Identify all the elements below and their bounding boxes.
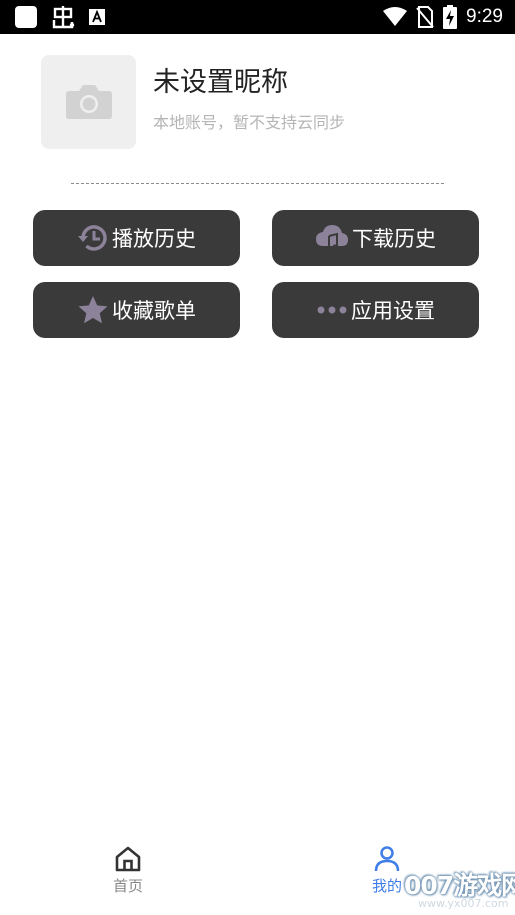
play-history-button[interactable]: 播放历史 (33, 210, 240, 266)
favorite-playlist-button[interactable]: 收藏歌单 (33, 282, 240, 338)
font-a-icon (88, 8, 106, 26)
play-history-label: 播放历史 (112, 227, 196, 251)
wifi-icon (383, 7, 408, 27)
app-settings-label: 应用设置 (351, 299, 435, 323)
more-dots-icon (316, 304, 348, 316)
status-bar: 9:29 (0, 0, 515, 34)
download-history-label: 下载历史 (352, 227, 436, 251)
person-icon (373, 845, 401, 873)
cloud-music-icon (315, 222, 349, 254)
watermark-url: www.yx007.com (418, 897, 509, 910)
nav-home[interactable]: 首页 (83, 845, 173, 896)
nav-mine-label: 我的 (371, 877, 402, 895)
bug-icon (50, 4, 76, 30)
avatar[interactable] (41, 55, 136, 149)
no-sim-icon (416, 6, 434, 28)
star-icon (77, 294, 109, 326)
favorite-playlist-label: 收藏歌单 (112, 299, 196, 323)
clock: 9:29 (466, 6, 503, 27)
account-note: 本地账号，暂不支持云同步 (153, 113, 346, 132)
battery-charging-icon (443, 5, 458, 29)
download-history-button[interactable]: 下载历史 (272, 210, 479, 266)
nav-home-label: 首页 (112, 877, 143, 895)
history-icon (77, 222, 109, 254)
camera-icon (65, 84, 113, 120)
home-icon (114, 845, 142, 873)
nickname[interactable]: 未设置昵称 (153, 60, 288, 99)
app-settings-button[interactable]: 应用设置 (272, 282, 479, 338)
divider (71, 183, 444, 184)
app-square-icon (14, 5, 38, 29)
